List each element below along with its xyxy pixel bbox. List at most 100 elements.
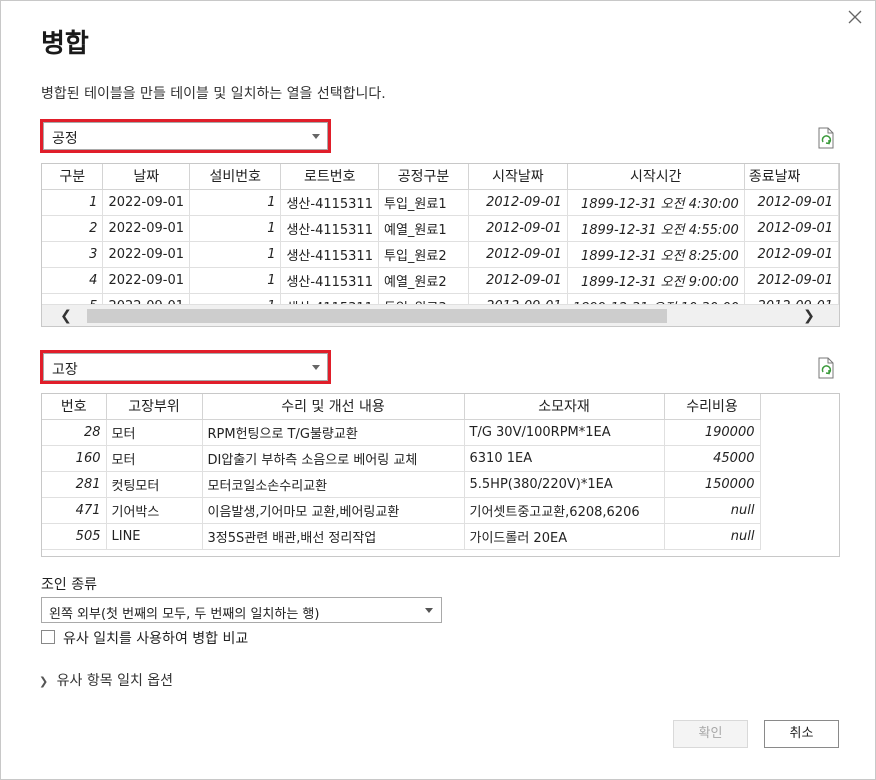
chevron-right-icon[interactable]: ❯ bbox=[801, 308, 817, 324]
table-cell: 2012-09-01 bbox=[744, 215, 839, 242]
fuzzy-match-label[interactable]: 유사 일치를 사용하여 병합 비교 bbox=[63, 628, 248, 648]
table-cell: 28 bbox=[42, 419, 107, 446]
column-header[interactable]: 번호 bbox=[42, 394, 107, 420]
close-icon[interactable] bbox=[845, 7, 865, 27]
table-cell: 2012-09-01 bbox=[744, 267, 839, 294]
table-row: 3 2022-09-01 1 생산-4115311 투입_원료2 2012-09… bbox=[42, 241, 839, 268]
table1-preview: 구분 날짜 설비번호 로트번호 공정구분 시작날짜 시작시간 종료날짜 1 20… bbox=[41, 163, 840, 327]
table-cell: 2012-09-01 bbox=[468, 215, 568, 242]
table2-grid: 번호 고장부위 수리 및 개선 내용 소모자재 수리비용 28 모터 RPM헌팅… bbox=[42, 394, 761, 550]
ok-button[interactable]: 확인 bbox=[673, 720, 748, 748]
merge-dialog: 병합 병합된 테이블을 만들 테이블 및 일치하는 열을 선택합니다. 공정 구… bbox=[0, 0, 876, 780]
table-row: 281 컷팅모터 모터코일소손수리교환 5.5HP(380/220V)*1EA … bbox=[42, 471, 761, 498]
chevron-down-icon bbox=[312, 134, 320, 139]
table-cell: DI압출기 부하측 소음으로 베어링 교체 bbox=[202, 445, 465, 472]
table-cell: 생산-4115311 bbox=[280, 215, 379, 242]
column-header[interactable]: 공정구분 bbox=[378, 164, 470, 190]
column-header[interactable]: 구분 bbox=[42, 164, 104, 190]
table-cell: 생산-4115311 bbox=[280, 241, 379, 268]
table-row: 1 2022-09-01 1 생산-4115311 투입_원료1 2012-09… bbox=[42, 189, 839, 216]
dialog-title: 병합 bbox=[41, 29, 89, 59]
table-cell: 기어셋트중고교환,6208,6206 bbox=[464, 497, 665, 524]
cancel-button[interactable]: 취소 bbox=[764, 720, 839, 748]
column-header[interactable]: 로트번호 bbox=[280, 164, 379, 190]
table-cell: 생산-4115311 bbox=[280, 189, 379, 216]
table-cell: 기어박스 bbox=[106, 497, 203, 524]
table-cell: 1 bbox=[189, 189, 282, 216]
join-kind-label: 조인 종류 bbox=[41, 577, 97, 593]
table-cell: 2022-09-01 bbox=[102, 267, 191, 294]
table1-select[interactable]: 공정 bbox=[43, 122, 328, 150]
table-cell: LINE bbox=[106, 523, 203, 550]
scrollbar-thumb[interactable] bbox=[87, 309, 667, 323]
table-row: 471 기어박스 이음발생,기어마모 교환,베어링교환 기어셋트중고교환,620… bbox=[42, 497, 761, 524]
horizontal-scrollbar[interactable]: ❮ ❯ bbox=[42, 304, 839, 326]
column-header[interactable]: 수리 및 개선 내용 bbox=[202, 394, 465, 420]
table-cell: 모터코일소손수리교환 bbox=[202, 471, 465, 498]
table-cell: 예열_원료2 bbox=[378, 267, 470, 294]
table2-select-value: 고장 bbox=[52, 362, 78, 378]
table-cell: 190000 bbox=[664, 419, 761, 446]
table-row: 505 LINE 3정5S관련 배관,배선 정리작업 가이드롤러 20EA nu… bbox=[42, 523, 761, 550]
table-cell: 투입_원료1 bbox=[378, 189, 470, 216]
table-cell: 3정5S관련 배관,배선 정리작업 bbox=[202, 523, 465, 550]
chevron-down-icon bbox=[312, 365, 320, 370]
column-header[interactable]: 고장부위 bbox=[106, 394, 203, 420]
table-cell: 컷팅모터 bbox=[106, 471, 203, 498]
table2-header-row: 번호 고장부위 수리 및 개선 내용 소모자재 수리비용 bbox=[42, 394, 761, 420]
table-cell: 2022-09-01 bbox=[102, 215, 191, 242]
table-row: 4 2022-09-01 1 생산-4115311 예열_원료2 2012-09… bbox=[42, 267, 839, 294]
table-cell: 150000 bbox=[664, 471, 761, 498]
fuzzy-options-label: 유사 항목 일치 옵션 bbox=[56, 673, 174, 689]
column-header[interactable]: 시작날짜 bbox=[468, 164, 568, 190]
table-cell: 4 bbox=[42, 267, 104, 294]
table-cell: 1 bbox=[42, 189, 104, 216]
table-cell: 2012-09-01 bbox=[744, 241, 839, 268]
table-cell: 2012-09-01 bbox=[468, 267, 568, 294]
table-cell: 2012-09-01 bbox=[468, 241, 568, 268]
column-header[interactable]: 수리비용 bbox=[664, 394, 761, 420]
table-cell: 2022-09-01 bbox=[102, 241, 191, 268]
table-cell: 471 bbox=[42, 497, 107, 524]
fuzzy-options-toggle[interactable]: ❯ 유사 항목 일치 옵션 bbox=[39, 670, 173, 690]
table-cell: 모터 bbox=[106, 445, 203, 472]
table1-header-row: 구분 날짜 설비번호 로트번호 공정구분 시작날짜 시작시간 종료날짜 bbox=[42, 164, 839, 190]
table-cell: 1899-12-31 오전 4:30:00 bbox=[567, 189, 745, 216]
table-cell: 3 bbox=[42, 241, 104, 268]
fuzzy-match-checkbox[interactable] bbox=[41, 630, 55, 644]
table-cell: 160 bbox=[42, 445, 107, 472]
chevron-left-icon[interactable]: ❮ bbox=[58, 308, 74, 324]
table-cell: null bbox=[664, 523, 761, 550]
table-row: 28 모터 RPM헌팅으로 T/G불량교환 T/G 30V/100RPM*1EA… bbox=[42, 419, 761, 446]
table-cell: null bbox=[664, 497, 761, 524]
table-cell: 6310 1EA bbox=[464, 445, 665, 472]
table-cell: 5.5HP(380/220V)*1EA bbox=[464, 471, 665, 498]
table-cell: 2012-09-01 bbox=[744, 189, 839, 216]
dialog-subtitle: 병합된 테이블을 만들 테이블 및 일치하는 열을 선택합니다. bbox=[41, 86, 386, 102]
table-cell: RPM헌팅으로 T/G불량교환 bbox=[202, 419, 465, 446]
table-cell: 2012-09-01 bbox=[468, 189, 568, 216]
table-cell: 투입_원료2 bbox=[378, 241, 470, 268]
column-header[interactable]: 소모자재 bbox=[464, 394, 665, 420]
join-kind-select[interactable]: 왼쪽 외부(첫 번째의 모두, 두 번째의 일치하는 행) bbox=[41, 597, 442, 623]
table-cell: 생산-4115311 bbox=[280, 267, 379, 294]
table-cell: 45000 bbox=[664, 445, 761, 472]
table1-select-value: 공정 bbox=[52, 131, 78, 147]
table-cell: 1899-12-31 오전 4:55:00 bbox=[567, 215, 745, 242]
column-header[interactable]: 날짜 bbox=[102, 164, 191, 190]
refresh-icon[interactable] bbox=[817, 127, 835, 149]
table-cell: 이음발생,기어마모 교환,베어링교환 bbox=[202, 497, 465, 524]
table-cell: 1 bbox=[189, 215, 282, 242]
table2-select[interactable]: 고장 bbox=[43, 353, 328, 381]
column-header[interactable]: 시작시간 bbox=[567, 164, 745, 190]
table-cell: 예열_원료1 bbox=[378, 215, 470, 242]
column-header[interactable]: 설비번호 bbox=[189, 164, 282, 190]
table-cell: 2 bbox=[42, 215, 104, 242]
table-row: 2 2022-09-01 1 생산-4115311 예열_원료1 2012-09… bbox=[42, 215, 839, 242]
table1-grid: 구분 날짜 설비번호 로트번호 공정구분 시작날짜 시작시간 종료날짜 1 20… bbox=[42, 164, 839, 320]
refresh-icon[interactable] bbox=[817, 357, 835, 379]
table-cell: 1 bbox=[189, 241, 282, 268]
column-header[interactable]: 종료날짜 bbox=[744, 164, 839, 190]
table-cell: 2022-09-01 bbox=[102, 189, 191, 216]
table-row: 160 모터 DI압출기 부하측 소음으로 베어링 교체 6310 1EA 45… bbox=[42, 445, 761, 472]
